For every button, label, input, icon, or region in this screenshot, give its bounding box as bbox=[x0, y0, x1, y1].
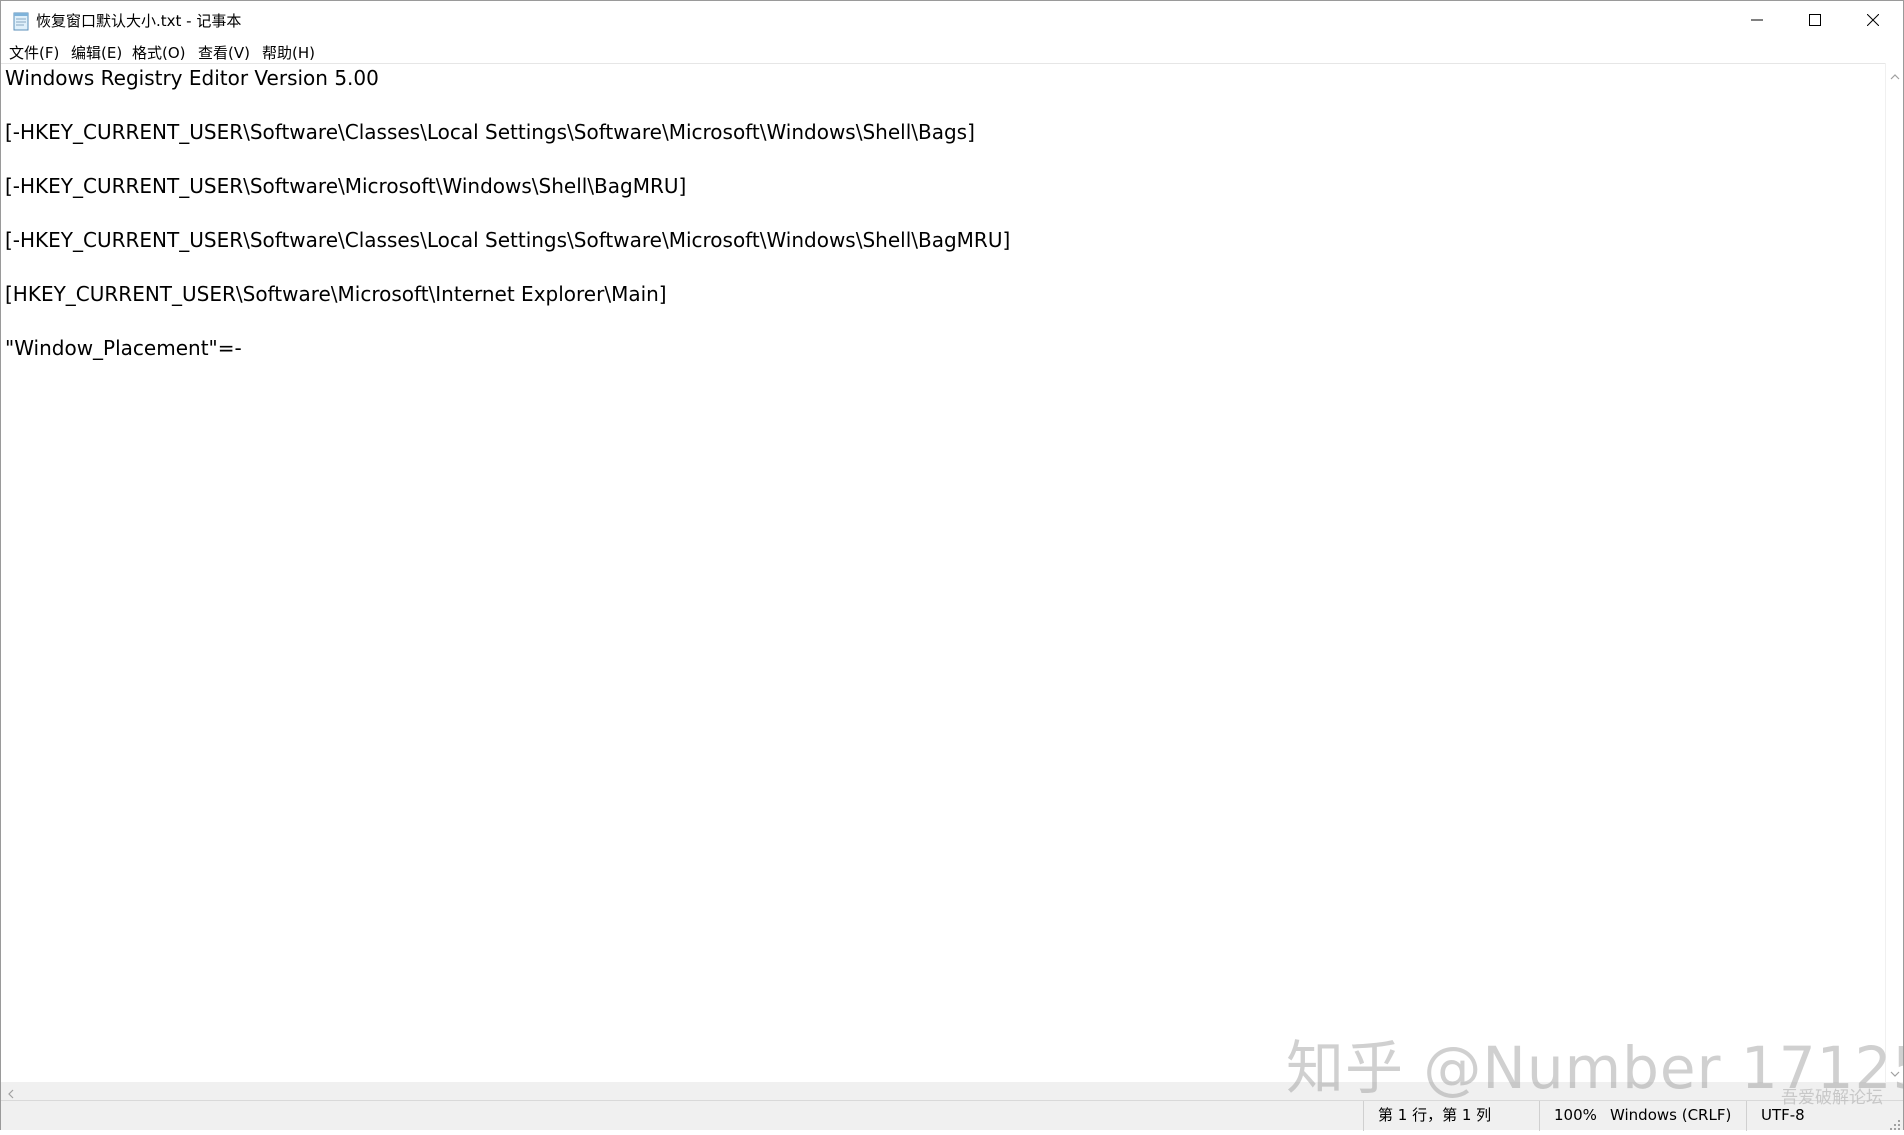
window-title: 恢复窗口默认大小.txt - 记事本 bbox=[36, 12, 242, 30]
document-line: [-HKEY_CURRENT_USER\Software\Classes\Loc… bbox=[5, 120, 975, 144]
status-cursor-position: 第 1 行，第 1 列 bbox=[1363, 1101, 1539, 1131]
menu-file[interactable]: 文件(F) bbox=[9, 42, 59, 63]
menu-format[interactable]: 格式(O) bbox=[132, 42, 186, 63]
scroll-left-icon[interactable] bbox=[5, 1085, 17, 1099]
document-line: [HKEY_CURRENT_USER\Software\Microsoft\In… bbox=[5, 282, 667, 306]
maximize-icon bbox=[1809, 11, 1821, 30]
resize-grip-icon[interactable] bbox=[1889, 1116, 1901, 1130]
scroll-up-icon[interactable] bbox=[1889, 68, 1901, 80]
watermark-secondary: 吾爱破解论坛 bbox=[1781, 1088, 1883, 1108]
document-line: [-HKEY_CURRENT_USER\Software\Classes\Loc… bbox=[5, 228, 1011, 252]
menu-bar: 文件(F) 编辑(E) 格式(O) 查看(V) 帮助(H) bbox=[1, 39, 1903, 63]
menu-edit[interactable]: 编辑(E) bbox=[71, 42, 122, 63]
close-icon bbox=[1866, 11, 1880, 30]
menu-view[interactable]: 查看(V) bbox=[198, 42, 250, 63]
minimize-icon bbox=[1751, 11, 1763, 30]
menu-help[interactable]: 帮助(H) bbox=[262, 42, 315, 63]
vertical-scrollbar[interactable] bbox=[1885, 63, 1903, 1082]
title-bar[interactable]: 恢复窗口默认大小.txt - 记事本 bbox=[1, 1, 1903, 39]
notepad-window: 恢复窗口默认大小.txt - 记事本 文件(F) 编辑(E) 格式(O) 查看(… bbox=[0, 0, 1904, 1131]
minimize-button[interactable] bbox=[1728, 1, 1786, 39]
document-line: [-HKEY_CURRENT_USER\Software\Microsoft\W… bbox=[5, 174, 687, 198]
document-line: "Window_Placement"=- bbox=[5, 336, 242, 360]
document-line: Windows Registry Editor Version 5.00 bbox=[5, 66, 379, 90]
text-editor[interactable]: Windows Registry Editor Version 5.00 [-H… bbox=[1, 63, 1885, 1082]
close-button[interactable] bbox=[1844, 1, 1902, 39]
status-line-ending: Windows (CRLF) bbox=[1610, 1106, 1732, 1124]
notepad-icon bbox=[12, 11, 30, 31]
maximize-button[interactable] bbox=[1786, 1, 1844, 39]
